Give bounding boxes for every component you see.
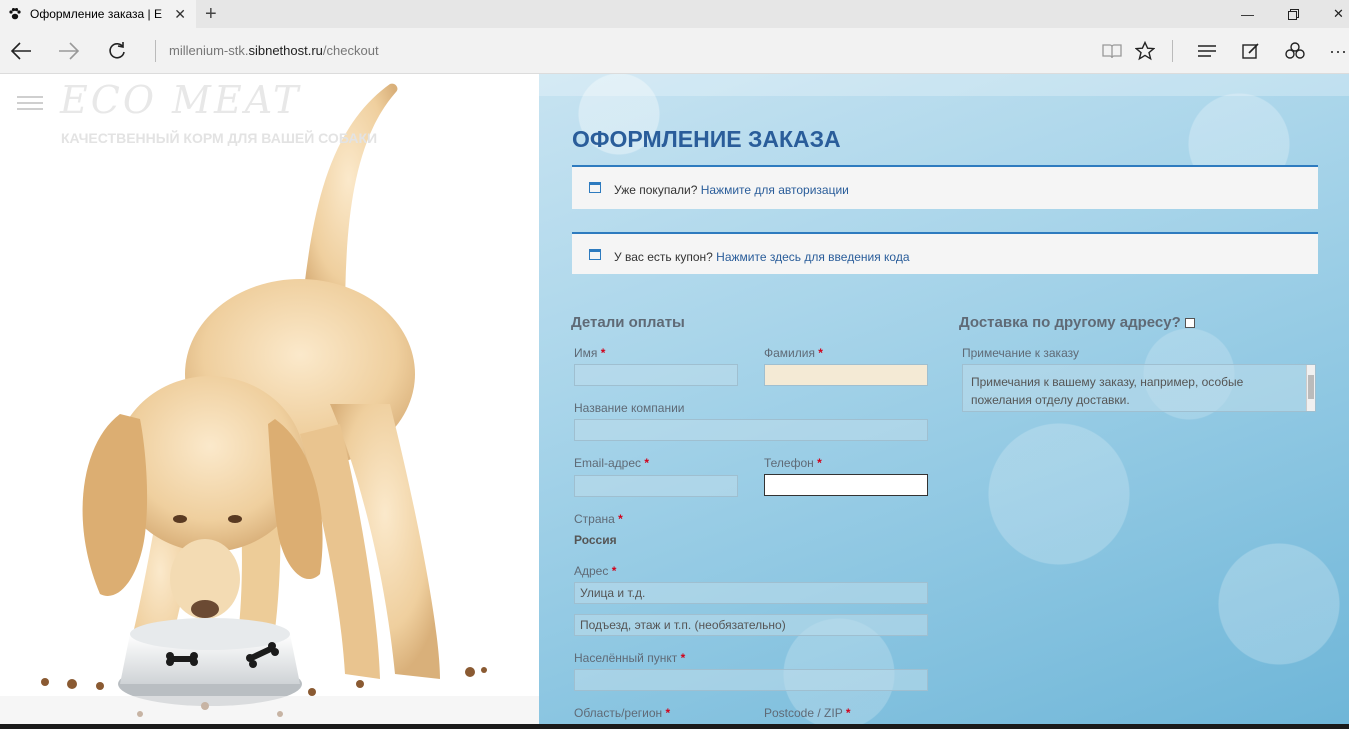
forward-arrow-icon[interactable] [56, 38, 82, 64]
region-label: Область/регион * [574, 706, 670, 720]
tab-bar: Оформление заказа | E ✕ + — ✕ [0, 0, 1349, 28]
login-notice-label: Уже покупали? [614, 183, 701, 197]
window-icon [589, 182, 601, 193]
first-name-input[interactable] [574, 364, 738, 386]
toolbar-separator [1172, 40, 1173, 62]
favorite-star-icon[interactable] [1133, 39, 1157, 63]
web-note-icon[interactable] [1239, 39, 1263, 63]
tab-title: Оформление заказа | E [30, 7, 163, 21]
required-mark: * [618, 512, 623, 526]
city-label: Населённый пункт * [574, 651, 685, 665]
hero-panel: ECO MEAT КАЧЕСТВЕННЫЙ КОРМ ДЛЯ ВАШЕЙ СОБ… [0, 74, 539, 724]
site-logo[interactable]: ECO MEAT [60, 78, 301, 122]
phone-input[interactable] [764, 474, 928, 496]
back-arrow-icon[interactable] [8, 38, 34, 64]
last-name-label-text: Фамилия [764, 346, 815, 360]
shipping-heading-text: Доставка по другому адресу? [959, 314, 1181, 331]
puppy-illustration [0, 83, 539, 724]
order-notes-textarea[interactable]: Примечания к вашему заказу, например, ос… [962, 364, 1316, 412]
region-label-text: Область/регион [574, 706, 663, 720]
new-tab-icon[interactable]: + [205, 3, 217, 26]
company-input[interactable] [574, 419, 928, 441]
last-name-input[interactable] [764, 364, 928, 386]
last-name-label: Фамилия * [764, 346, 823, 360]
coupon-link[interactable]: Нажмите здесь для введения кода [716, 250, 909, 264]
reading-view-icon[interactable] [1100, 39, 1124, 63]
required-mark: * [644, 456, 650, 470]
site-tagline: КАЧЕСТВЕННЫЙ КОРМ ДЛЯ ВАШЕЙ СОБАКИ [61, 130, 378, 146]
taskbar-edge [0, 724, 1349, 729]
required-mark: * [665, 706, 671, 720]
city-label-text: Населённый пункт [574, 651, 678, 665]
country-value: Россия [574, 533, 617, 547]
web-page: ECO MEAT КАЧЕСТВЕННЫЙ КОРМ ДЛЯ ВАШЕЙ СОБ… [0, 74, 1349, 724]
phone-label-text: Телефон [764, 456, 814, 470]
textarea-scrollbar[interactable] [1306, 365, 1315, 411]
email-input[interactable] [574, 475, 738, 497]
country-label: Страна * [574, 512, 623, 526]
first-name-label-text: Имя [574, 346, 598, 360]
required-mark: * [611, 564, 617, 578]
phone-label: Телефон * [764, 456, 822, 470]
close-tab-icon[interactable]: ✕ [174, 6, 186, 23]
shipping-heading: Доставка по другому адресу? [959, 314, 1195, 331]
country-label-text: Страна [574, 512, 615, 526]
url-separator [155, 40, 156, 62]
page-title: ОФОРМЛЕНИЕ ЗАКАЗА [572, 126, 841, 152]
address-label-text: Адрес [574, 564, 609, 578]
billing-heading: Детали оплаты [571, 314, 685, 331]
postcode-label: Postcode / ZIP * [764, 706, 851, 720]
window-icon [589, 249, 601, 260]
required-mark: * [845, 706, 851, 720]
login-notice: Уже покупали? Нажмите для авторизации [572, 165, 1318, 209]
required-mark: * [680, 651, 686, 665]
email-label: Email-адрес * [574, 456, 649, 470]
email-label-text: Email-адрес [574, 456, 642, 470]
login-notice-text: Уже покупали? Нажмите для авторизации [614, 183, 849, 197]
checkout-panel: ОФОРМЛЕНИЕ ЗАКАЗА Уже покупали? Нажмите … [539, 74, 1349, 724]
close-window-icon[interactable]: ✕ [1316, 0, 1349, 28]
refresh-icon[interactable] [104, 38, 130, 64]
ship-different-checkbox[interactable] [1184, 318, 1195, 328]
address-label: Адрес * [574, 564, 616, 578]
minimize-icon[interactable]: — [1225, 0, 1270, 28]
url-prefix: millenium-stk. [169, 43, 249, 58]
restore-icon[interactable] [1271, 0, 1316, 28]
url-host: sibnethost.ru [248, 43, 323, 58]
first-name-label: Имя * [574, 346, 605, 360]
url-field[interactable]: millenium-stk.sibnethost.ru/checkout [169, 43, 379, 58]
coupon-notice-label: У вас есть купон? [614, 250, 717, 264]
notes-label: Примечание к заказу [962, 346, 1079, 360]
postcode-label-text: Postcode / ZIP [764, 706, 843, 720]
address-bar: millenium-stk.sibnethost.ru/checkout ··· [0, 28, 1349, 74]
url-path: /checkout [322, 43, 379, 58]
active-tab[interactable]: Оформление заказа | E ✕ [0, 0, 196, 28]
required-mark: * [600, 346, 606, 360]
address2-input[interactable]: Подъезд, этаж и т.п. (необязательно) [574, 614, 928, 636]
address1-input[interactable]: Улица и т.д. [574, 582, 928, 604]
company-label: Название компании [574, 401, 685, 415]
city-input[interactable] [574, 669, 928, 691]
share-icon[interactable] [1283, 39, 1307, 63]
menu-hamburger-icon[interactable] [17, 96, 43, 110]
browser-window: Оформление заказа | E ✕ + — ✕ millenium-… [0, 0, 1349, 729]
more-options-icon[interactable]: ··· [1326, 39, 1349, 63]
required-mark: * [818, 346, 823, 360]
paw-icon [8, 7, 22, 21]
login-link[interactable]: Нажмите для авторизации [701, 183, 849, 197]
required-mark: * [817, 456, 822, 470]
coupon-notice-text: У вас есть купон? Нажмите здесь для введ… [614, 250, 910, 264]
order-notes-placeholder: Примечания к вашему заказу, например, ос… [971, 375, 1244, 407]
top-band [539, 74, 1349, 96]
coupon-notice: У вас есть купон? Нажмите здесь для введ… [572, 232, 1318, 274]
hub-icon[interactable] [1195, 39, 1219, 63]
